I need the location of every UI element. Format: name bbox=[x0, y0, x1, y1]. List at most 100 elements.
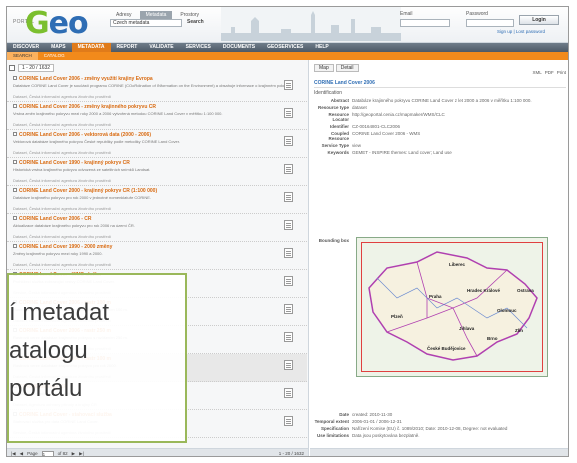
result-meta: Dataset, Česká informační agentura život… bbox=[13, 94, 112, 99]
password-field[interactable] bbox=[466, 19, 514, 27]
nav-item-help[interactable]: HELP bbox=[309, 43, 334, 52]
nav-item-discover[interactable]: DISCOVER bbox=[7, 43, 45, 52]
detail-row: Identifier CZ-00164801-CLC2006 bbox=[314, 124, 566, 129]
result-description: Změny krajinného pokryvu mezi roky 1990 … bbox=[13, 251, 103, 256]
nav-item-metadata[interactable]: METADATA bbox=[71, 43, 111, 52]
detail-row: Temporal extent 2006-01-01 / 2006-12-31 bbox=[314, 419, 566, 424]
nav-item-report[interactable]: REPORT bbox=[111, 43, 144, 52]
metadata-doc-icon[interactable] bbox=[284, 220, 293, 230]
page-label: Page bbox=[27, 451, 38, 456]
result-description: Databáze CORINE Land Cover je součástí p… bbox=[13, 83, 293, 88]
results-count: 1 - 20 / 1632 bbox=[18, 64, 55, 72]
detail-value: view bbox=[352, 143, 362, 148]
list-item[interactable]: CORINE Land Cover 2006 - ČR Aktualizace d… bbox=[7, 214, 307, 242]
metadata-doc-icon[interactable] bbox=[284, 388, 293, 398]
result-checkbox[interactable] bbox=[13, 104, 17, 108]
result-checkbox[interactable] bbox=[13, 216, 17, 220]
search-button[interactable]: Search bbox=[187, 19, 204, 25]
map-label-zlin: Zlín bbox=[515, 328, 523, 333]
first-page-icon[interactable]: |◀ bbox=[11, 451, 16, 457]
list-item[interactable]: CORINE Land Cover 1990 - krajinný pokryv… bbox=[7, 158, 307, 186]
app-window: PORTAL Geo Adresy Metadata Prostory Czec… bbox=[6, 6, 569, 457]
metadata-doc-icon[interactable] bbox=[284, 80, 293, 90]
xml-button[interactable]: XML bbox=[532, 70, 541, 75]
result-checkbox[interactable] bbox=[13, 76, 17, 80]
last-page-icon[interactable]: ▶| bbox=[79, 451, 84, 457]
metadata-doc-icon[interactable] bbox=[284, 276, 293, 286]
metadata-doc-icon[interactable] bbox=[284, 332, 293, 342]
detail-key: Temporal extent bbox=[314, 419, 349, 424]
detail-tools: XML PDF Print bbox=[532, 70, 566, 75]
metadata-doc-icon[interactable] bbox=[284, 248, 293, 258]
print-button[interactable]: Print bbox=[557, 70, 566, 75]
detail-key: Resource type bbox=[317, 105, 349, 110]
detail-key: Coupled Resource bbox=[328, 131, 349, 141]
detail-row: Date created: 2010-11-30 bbox=[314, 412, 566, 417]
detail-row: Abstract Databáze krajinného pokryvu CORI… bbox=[314, 98, 566, 103]
pager-info: 1 - 20 / 1632 bbox=[278, 451, 304, 456]
select-all-checkbox[interactable] bbox=[9, 65, 15, 71]
logo[interactable]: PORTAL Geo bbox=[11, 7, 89, 41]
next-page-icon[interactable]: ▶ bbox=[72, 451, 75, 457]
main-nav: DISCOVER MAPS METADATA REPORT VALIDATE S… bbox=[7, 43, 568, 52]
result-title[interactable]: CORINE Land Cover 1990 - 2000 změny bbox=[13, 244, 304, 250]
extent-map[interactable]: Liberec Hradec Králové Praha Plzeň Brno … bbox=[356, 237, 548, 377]
metadata-doc-icon[interactable] bbox=[284, 136, 293, 146]
metadata-doc-icon[interactable] bbox=[284, 416, 293, 426]
metadata-doc-icon[interactable] bbox=[284, 164, 293, 174]
search-tab-spaces[interactable]: Prostory bbox=[174, 11, 205, 19]
metadata-doc-icon[interactable] bbox=[284, 304, 293, 314]
result-checkbox[interactable] bbox=[13, 132, 17, 136]
bbox-label: Bounding box bbox=[318, 238, 349, 243]
result-title[interactable]: CORINE Land Cover 2006 - vektorová data … bbox=[13, 132, 304, 138]
nav-item-services[interactable]: SERVICES bbox=[180, 43, 217, 52]
result-checkbox[interactable] bbox=[13, 160, 17, 164]
list-item[interactable]: CORINE Land Cover 2000 - krajinný pokryv… bbox=[7, 186, 307, 214]
result-meta: Dataset, Česká informační agentura život… bbox=[13, 206, 112, 211]
nav-item-validate[interactable]: VALIDATE bbox=[143, 43, 179, 52]
map-label-liberec: Liberec bbox=[449, 262, 466, 267]
result-title[interactable]: CORINE Land Cover 2006 - změny využití k… bbox=[13, 76, 304, 82]
list-item[interactable]: CORINE Land Cover 1990 - 2000 změny Změny… bbox=[7, 242, 307, 270]
detail-row: Service Type view bbox=[314, 143, 566, 148]
result-checkbox[interactable] bbox=[13, 188, 17, 192]
subnav-item-catalog[interactable]: CATALOG bbox=[38, 52, 71, 60]
list-item[interactable]: CORINE Land Cover 2006 - změny využití k… bbox=[7, 74, 307, 102]
nav-item-maps[interactable]: MAPS bbox=[45, 43, 71, 52]
result-title[interactable]: CORINE Land Cover 1990 - krajinný pokryv… bbox=[13, 160, 304, 166]
detail-row: Specification Nařízení Komise (EU) č. 108… bbox=[314, 426, 566, 431]
list-item[interactable]: CORINE Land Cover 2006 - změny krajinnéh… bbox=[7, 102, 307, 130]
list-item[interactable]: CORINE Land Cover 2006 - vektorová data … bbox=[7, 130, 307, 158]
section-label: Identification bbox=[314, 90, 343, 96]
result-title[interactable]: CORINE Land Cover 2000 - krajinný pokryv… bbox=[13, 188, 304, 194]
result-title[interactable]: CORINE Land Cover 2006 - ČR bbox=[13, 216, 304, 222]
email-field[interactable] bbox=[400, 19, 450, 27]
result-checkbox[interactable] bbox=[13, 244, 17, 248]
search-tab-addresses[interactable]: Adresy bbox=[110, 11, 138, 19]
signup-link[interactable]: Sign up | Lost password bbox=[497, 29, 545, 34]
nav-item-geoservices[interactable]: GEOSERVICES bbox=[261, 43, 309, 52]
detail-value: Data jsou poskytována bezplatně. bbox=[352, 433, 420, 438]
detail-key: Identifier bbox=[329, 124, 349, 129]
detail-row: Use limitations Data jsou poskytována bez… bbox=[314, 433, 566, 438]
nav-item-documents[interactable]: DOCUMENTS bbox=[217, 43, 261, 52]
detail-key: Keywords bbox=[327, 150, 349, 155]
login-button[interactable]: Login bbox=[519, 15, 559, 25]
search-tabs: Adresy Metadata Prostory bbox=[110, 11, 205, 19]
detail-value: CORINE Land Cover 2006 - WMS bbox=[352, 131, 421, 136]
result-meta: Dataset, Česká informační agentura život… bbox=[13, 262, 112, 267]
subnav-item-search[interactable]: SEARCH bbox=[7, 52, 38, 60]
metadata-doc-icon[interactable] bbox=[284, 360, 293, 370]
pdf-button[interactable]: PDF bbox=[545, 70, 554, 75]
metadata-doc-icon[interactable] bbox=[284, 108, 293, 118]
search-input[interactable]: Czech metadata bbox=[110, 19, 182, 27]
logo-geo-text: Geo bbox=[25, 6, 89, 41]
result-title[interactable]: CORINE Land Cover 2006 - změny krajinnéh… bbox=[13, 104, 304, 110]
tab-map[interactable]: Map bbox=[314, 64, 334, 72]
detail-key: Abstract bbox=[330, 98, 349, 103]
tab-detail[interactable]: Detail bbox=[335, 64, 359, 72]
prev-page-icon[interactable]: ◀ bbox=[20, 451, 23, 457]
page-input[interactable]: 1 bbox=[41, 450, 54, 456]
metadata-doc-icon[interactable] bbox=[284, 192, 293, 202]
search-tab-metadata[interactable]: Metadata bbox=[139, 11, 173, 19]
